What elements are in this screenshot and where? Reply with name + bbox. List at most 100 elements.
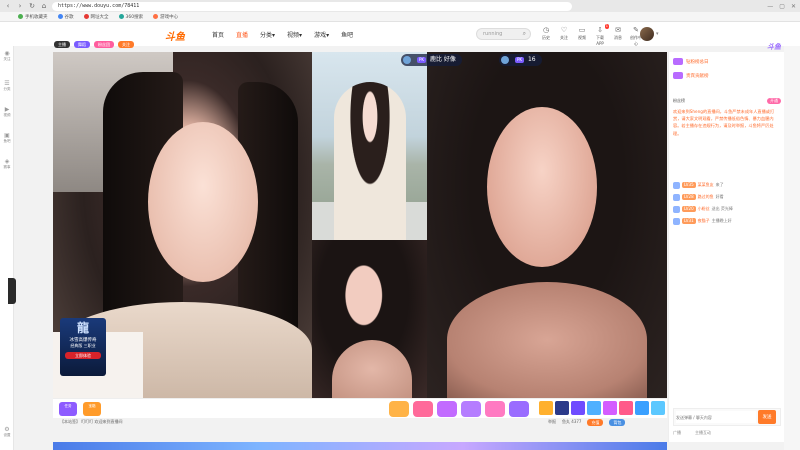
video-icon: ▭ [578, 26, 586, 34]
forward-icon[interactable]: › [16, 2, 24, 10]
rail-icon: ⚙ [4, 426, 10, 433]
rank-icon [673, 58, 683, 65]
bookmark-item[interactable]: 360搜索 [118, 14, 144, 20]
reload-icon[interactable]: ↻ [28, 2, 36, 10]
badge-icon [673, 217, 680, 225]
chat-username[interactable]: 小粉丝 [698, 206, 710, 212]
chat-message: LV20 小粉丝 送出 荧光棒 [673, 204, 781, 214]
gift-item[interactable] [509, 401, 529, 417]
rail-label: 鱼吧 [3, 139, 11, 143]
promo-subtitle: 经典版 三职业 [70, 343, 96, 348]
pk-name: 鹿比 好像 [429, 56, 456, 63]
recharge-button[interactable]: 充值 [587, 419, 604, 426]
anchor-interact-tab[interactable]: 主播互动 [695, 430, 711, 436]
gift-button[interactable]: 宝箱 [83, 402, 101, 416]
broadcast-tab[interactable]: 广播 [673, 430, 681, 436]
gift-item[interactable] [485, 401, 505, 417]
level-badge: LV20 [682, 206, 696, 212]
maximize-icon[interactable]: ▢ [779, 3, 785, 10]
chat-username[interactable]: 路过的鱼 [698, 194, 714, 200]
browser-toolbar: ‹ › ↻ ⌂ https://www.douyu.com/78411 — ▢ … [0, 0, 800, 12]
gift-item[interactable] [571, 401, 585, 415]
gift-item[interactable] [389, 401, 409, 417]
rail-item[interactable]: ▣ 鱼吧 [0, 132, 14, 144]
bookmark-label: 360搜索 [125, 14, 144, 20]
bookmark-label: 游戏中心 [160, 14, 179, 20]
gift-item[interactable] [587, 401, 601, 415]
chat-message: LV31 夜猫子 主播晚上好 [673, 216, 781, 226]
pk-badge-left[interactable]: PK 鹿比 好像 [401, 54, 462, 66]
bookmark-label: 网址大全 [90, 14, 109, 20]
back-icon[interactable]: ‹ [4, 2, 12, 10]
send-button[interactable]: 发送 [758, 410, 776, 424]
chat-username[interactable]: 某某鱼友 [698, 182, 714, 188]
gift-item[interactable] [413, 401, 433, 417]
close-icon[interactable]: ✕ [791, 3, 796, 10]
chevron-down-icon[interactable]: ▾ [656, 31, 659, 37]
notification-badge: 1 [604, 24, 609, 29]
page-scrollbar[interactable] [784, 46, 800, 450]
chat-text: 好看 [715, 194, 724, 199]
pk-badge-right[interactable]: PK 16 [499, 54, 542, 66]
bookmark-icon [118, 14, 124, 19]
room-header: 主播 舞蹈 粉丝团 关注 [14, 38, 666, 51]
badge-icon [673, 193, 680, 201]
rail-item[interactable]: ◈ 赛事 [0, 158, 14, 170]
rail-collapse-handle[interactable] [8, 278, 16, 304]
rail-item[interactable]: ◉ 关注 [0, 50, 14, 62]
home-icon[interactable]: ⌂ [40, 2, 48, 10]
bookmark-item[interactable]: 网址大全 [83, 14, 109, 20]
report-link[interactable]: 举报 [548, 419, 556, 426]
video-pane-right [427, 52, 667, 398]
video-pane-top-middle [312, 52, 427, 240]
gift-item[interactable] [555, 401, 569, 415]
follow-icon: ♡ [560, 26, 568, 34]
gift-item[interactable] [539, 401, 553, 415]
video-pane-bottom-middle [312, 240, 427, 398]
room-pill[interactable]: 关注 [118, 41, 134, 48]
backpack-button[interactable]: 背包 [609, 419, 626, 426]
chat-input[interactable] [676, 411, 756, 423]
promo-cta-button[interactable]: 立即体验 [65, 352, 101, 359]
rail-item[interactable]: ▶ 视频 [0, 106, 14, 118]
rank-tab-diamond[interactable]: 钻粉榜总日 [673, 58, 709, 65]
rank-label: 钻粉榜总日 [686, 59, 709, 65]
bookmark-label: 谷歌 [64, 14, 74, 20]
gift-item[interactable] [603, 401, 617, 415]
rail-icon: ▶ [4, 106, 10, 113]
room-pill[interactable]: 主播 [54, 41, 70, 48]
gift-item[interactable] [635, 401, 649, 415]
gift-item[interactable] [437, 401, 457, 417]
minimize-icon[interactable]: — [767, 3, 773, 10]
gift-button[interactable]: 任务 [59, 402, 77, 416]
fans-row: 粉丝榜 开通 [673, 96, 781, 106]
gift-item[interactable] [461, 401, 481, 417]
rail-item[interactable]: ⚙ 设置 [0, 426, 14, 438]
pk-tag: PK [417, 56, 427, 63]
gift-item[interactable] [651, 401, 665, 415]
room-pill[interactable]: 粉丝团 [94, 41, 114, 48]
rail-label: 设置 [3, 433, 11, 437]
pk-count: 16 [527, 56, 536, 63]
bookmark-label: 手机收藏夹 [25, 14, 48, 20]
bookmarks-bar: 手机收藏夹 谷歌 网址大全 360搜索 游戏中心 [0, 12, 800, 22]
rank-tab-vip[interactable]: 贵宾贡献榜 [673, 72, 709, 79]
bookmark-item[interactable]: 游戏中心 [153, 14, 178, 20]
pk-tag: PK [515, 56, 525, 63]
video-player[interactable]: PK 鹿比 好像 PK 16 [53, 52, 667, 398]
game-promo-card[interactable]: 龍 冰雪高爆传奇 经典版 三职业 立即体验 [60, 318, 106, 376]
bottom-banner[interactable] [53, 442, 667, 450]
rail-item[interactable]: ☰ 分类 [0, 80, 14, 92]
open-fans-button[interactable]: 开通 [767, 98, 781, 104]
rank-icon [673, 72, 683, 79]
room-pill[interactable]: 舞蹈 [74, 41, 90, 48]
chat-message: LV35 某某鱼友 来了 [673, 180, 781, 190]
chat-username[interactable]: 夜猫子 [698, 218, 710, 224]
rail-icon: ▣ [4, 132, 10, 139]
bookmark-item[interactable]: 手机收藏夹 [18, 14, 48, 20]
address-bar[interactable]: https://www.douyu.com/78411 [52, 1, 572, 11]
gift-item[interactable] [619, 401, 633, 415]
bookmark-item[interactable]: 谷歌 [57, 14, 74, 20]
level-badge: LV28 [682, 194, 696, 200]
fans-label: 粉丝榜 [673, 98, 685, 103]
